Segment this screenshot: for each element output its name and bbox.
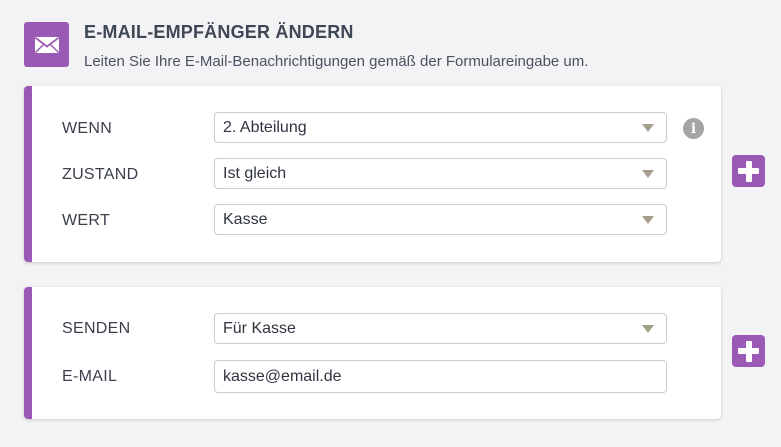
value-label: WERT	[62, 212, 111, 229]
chevron-down-icon	[642, 216, 654, 224]
envelope-icon-glyph	[34, 36, 59, 53]
info-icon[interactable]: i	[683, 118, 704, 139]
envelope-icon	[24, 22, 69, 67]
chevron-down-icon	[642, 170, 654, 178]
send-select[interactable]: Für Kasse	[214, 313, 667, 344]
state-value: Ist gleich	[223, 164, 287, 182]
state-select[interactable]: Ist gleich	[214, 158, 667, 189]
add-condition-button[interactable]	[732, 155, 765, 187]
email-value: kasse@email.de	[223, 367, 342, 385]
value-select[interactable]: Kasse	[214, 204, 667, 235]
chevron-down-icon	[642, 124, 654, 132]
add-action-button[interactable]	[732, 335, 765, 367]
page-subtitle: Leiten Sie Ihre E-Mail-Benachrichtigunge…	[84, 53, 589, 70]
send-label: SENDEN	[62, 320, 131, 337]
if-label: WENN	[62, 120, 113, 137]
email-input[interactable]: kasse@email.de	[214, 360, 667, 393]
send-value: Für Kasse	[223, 319, 296, 337]
if-field-select[interactable]: 2. Abteilung	[214, 112, 667, 143]
chevron-down-icon	[642, 325, 654, 333]
value-value: Kasse	[223, 210, 268, 228]
page-title: E-MAIL-EMPFÄNGER ÄNDERN	[84, 22, 354, 42]
state-label: ZUSTAND	[62, 166, 139, 183]
condition-card: WENN 2. Abteilung ZUSTAND Ist gleich WER…	[24, 86, 721, 262]
action-card: SENDEN Für Kasse E-MAIL kasse@email.de	[24, 287, 721, 419]
email-label: E-MAIL	[62, 368, 118, 385]
if-field-value: 2. Abteilung	[223, 118, 307, 136]
